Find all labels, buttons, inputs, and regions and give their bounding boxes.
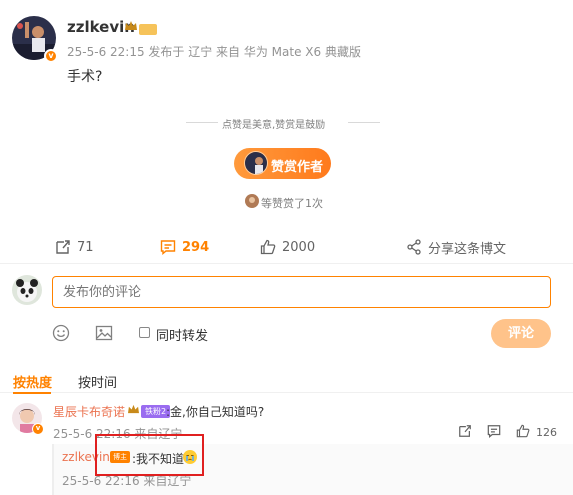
share-label: 分享这条博文 xyxy=(428,241,507,257)
comment-icon xyxy=(160,240,176,255)
my-avatar[interactable] xyxy=(12,275,42,305)
crown-icon xyxy=(127,404,140,419)
divider-line xyxy=(186,122,218,123)
comment-like-count: 126 xyxy=(536,426,557,439)
divider xyxy=(0,263,573,264)
image-icon[interactable] xyxy=(95,324,113,346)
active-tab-indicator xyxy=(13,392,51,394)
submit-comment-button[interactable]: 评论 xyxy=(491,319,551,348)
divider-line xyxy=(348,122,380,123)
thumbs-up-icon xyxy=(260,239,276,255)
comment-count: 294 xyxy=(182,239,210,255)
comment-reply-icon[interactable] xyxy=(487,424,501,442)
crown-icon xyxy=(124,20,138,36)
divider xyxy=(0,392,573,393)
vip-level-icon xyxy=(139,24,157,35)
share-icon xyxy=(407,239,421,255)
sort-by-hot-tab[interactable]: 按热度 xyxy=(13,372,52,391)
like-button[interactable]: 2000 xyxy=(260,238,315,256)
forward-icon xyxy=(56,240,70,254)
comment-button[interactable]: 294 xyxy=(160,238,209,256)
post-meta: 25-5-6 22:15 发布于 辽宁 来自 华为 Mate X6 典藏版 xyxy=(67,45,361,59)
like-count: 2000 xyxy=(282,239,316,255)
comment-input[interactable] xyxy=(52,276,551,308)
sort-by-time-tab[interactable]: 按时间 xyxy=(78,372,117,391)
repost-checkbox[interactable] xyxy=(139,327,150,338)
forward-count: 71 xyxy=(77,239,94,255)
reward-motto: 点赞是美意,赞赏是鼓励 xyxy=(222,120,326,131)
repost-label[interactable]: 同时转发 xyxy=(156,325,208,344)
share-button[interactable]: 分享这条博文 xyxy=(406,238,507,257)
reward-button-label[interactable]: 赞赏作者 xyxy=(271,156,323,175)
post-body: 手术? xyxy=(67,69,103,85)
comment-forward-icon[interactable] xyxy=(458,424,472,442)
forward-button[interactable]: 71 xyxy=(55,238,94,256)
emoji-icon[interactable] xyxy=(52,324,70,346)
highlight-annotation xyxy=(95,434,204,476)
author-avatar-small xyxy=(244,151,268,175)
verified-icon: v xyxy=(32,423,44,435)
reward-count: 等赞赏了1次 xyxy=(261,197,323,210)
comment-like-icon[interactable] xyxy=(516,424,530,442)
comment-text: :金,你自己知道吗? xyxy=(166,405,265,419)
rewarder-avatar xyxy=(245,194,259,208)
verified-icon: v xyxy=(44,49,58,63)
commenter-name[interactable]: 星辰卡布奇诺 xyxy=(53,403,125,420)
